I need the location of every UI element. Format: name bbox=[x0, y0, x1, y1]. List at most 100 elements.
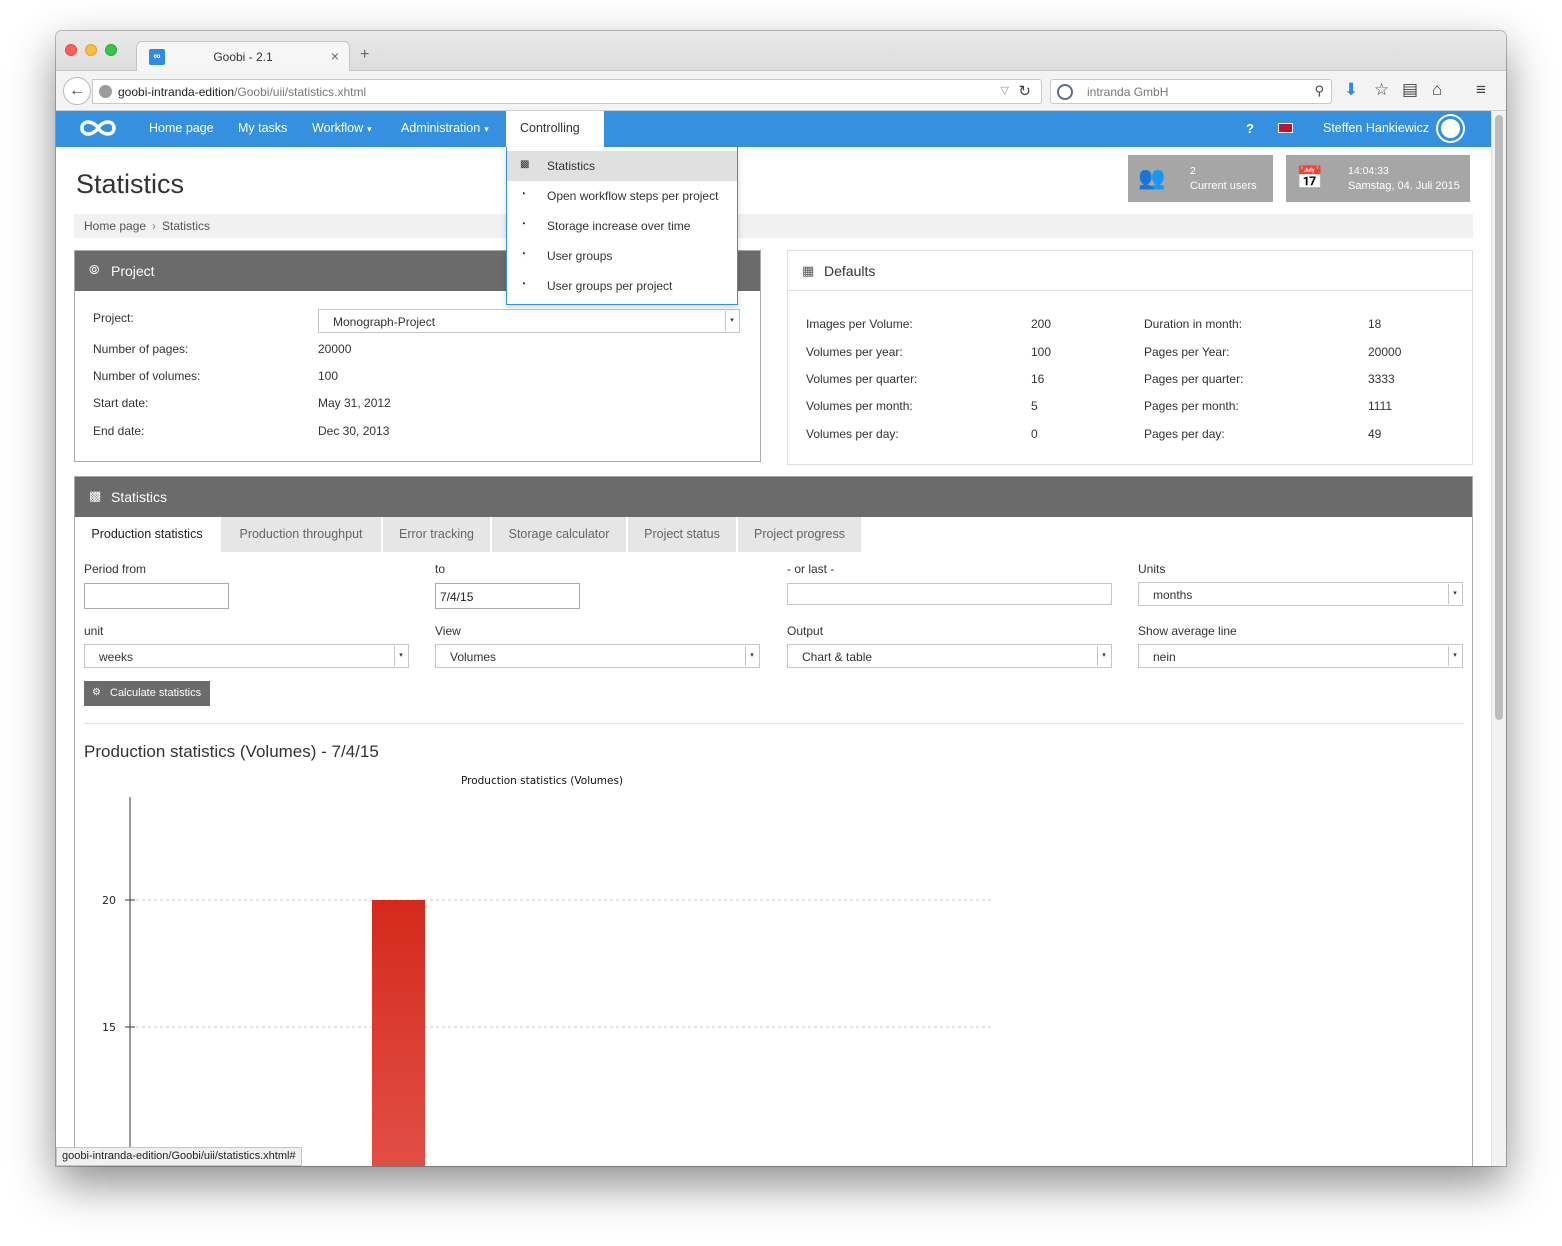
volumes-value: 100 bbox=[318, 369, 339, 383]
pages-per-month-value: 1111 bbox=[1368, 399, 1393, 413]
select-arrow-icon: ▾ bbox=[725, 311, 738, 331]
download-icon[interactable]: ⬇ bbox=[1344, 80, 1358, 100]
chevron-down-icon: ▾ bbox=[484, 124, 489, 134]
page-title: Statistics bbox=[76, 169, 185, 199]
select-arrow-icon: ▾ bbox=[1097, 646, 1110, 666]
tab-project-progress[interactable]: Project progress bbox=[738, 517, 863, 552]
tab-project-status[interactable]: Project status bbox=[628, 517, 738, 552]
browser-tab[interactable]: ∞ Goobi - 2.1 × bbox=[136, 41, 350, 72]
calculate-statistics-button[interactable]: ⚙ Calculate statistics bbox=[84, 681, 210, 706]
address-bar[interactable]: goobi-intranda-edition/Goobi/uii/statist… bbox=[92, 79, 1042, 104]
defaults-panel-header: ▦ Defaults bbox=[788, 251, 1472, 291]
reload-icon[interactable]: ↻ bbox=[1018, 82, 1031, 100]
menu-item-open-workflow-steps[interactable]: ◔ Open workflow steps per project bbox=[507, 181, 737, 211]
select-arrow-icon: ▾ bbox=[745, 646, 758, 666]
volumes-per-day-value: 0 bbox=[1031, 427, 1038, 441]
project-select[interactable]: Monograph-Project ▾ bbox=[318, 309, 740, 333]
url-text: goobi-intranda-edition/Goobi/uii/statist… bbox=[118, 85, 367, 99]
output-label: Output bbox=[787, 624, 824, 638]
home-icon[interactable]: ⌂ bbox=[1432, 80, 1442, 100]
menu-item-storage-increase[interactable]: ◔ Storage increase over time bbox=[507, 211, 737, 241]
title-bar: ∞ Goobi - 2.1 × + bbox=[56, 31, 1506, 72]
pie-chart-icon: ◔ bbox=[520, 189, 527, 200]
menu-icon[interactable]: ≡ bbox=[1476, 80, 1486, 100]
goobi-logo-icon[interactable] bbox=[78, 117, 118, 139]
tab-error-tracking[interactable]: Error tracking bbox=[383, 517, 492, 552]
unit-select[interactable]: weeks ▾ bbox=[84, 644, 409, 668]
user-name[interactable]: Steffen Hankiewicz bbox=[1323, 121, 1429, 135]
tab-production-throughput[interactable]: Production throughput bbox=[221, 517, 383, 552]
chart-bar[interactable] bbox=[372, 900, 425, 1166]
production-chart: Production statistics (Volumes) 15 20 bbox=[102, 775, 993, 1166]
current-date: Samstag, 04. Juli 2015 bbox=[1348, 180, 1460, 192]
nav-controlling[interactable]: Controlling bbox=[506, 111, 604, 147]
pages-per-year-value: 20000 bbox=[1368, 345, 1402, 359]
bar-chart-icon: ▩ bbox=[89, 488, 102, 503]
pie-chart-icon: ◔ bbox=[520, 219, 527, 230]
volumes-per-quarter-label: Volumes per quarter: bbox=[806, 372, 918, 386]
nav-home-page[interactable]: Home page bbox=[149, 121, 214, 135]
tab-production-statistics[interactable]: Production statistics bbox=[75, 517, 221, 552]
close-window-button[interactable] bbox=[65, 44, 77, 56]
view-select[interactable]: Volumes ▾ bbox=[435, 644, 760, 668]
menu-item-user-groups[interactable]: ◔ User groups bbox=[507, 241, 737, 271]
url-dropdown-icon[interactable]: ▽ bbox=[1001, 84, 1009, 97]
main-content: Statistics 👥 2 Current users 📅 14:04:33 … bbox=[56, 147, 1491, 1166]
or-last-input[interactable] bbox=[787, 583, 1112, 605]
browser-toolbar: ← goobi-intranda-edition/Goobi/uii/stati… bbox=[56, 71, 1506, 111]
breadcrumb-current: Statistics bbox=[162, 219, 211, 233]
chart-title: Production statistics (Volumes) bbox=[461, 775, 623, 787]
menu-item-label: User groups per project bbox=[547, 279, 673, 293]
start-date-label: Start date: bbox=[93, 396, 149, 410]
zoom-window-button[interactable] bbox=[105, 44, 117, 56]
close-tab-icon[interactable]: × bbox=[331, 48, 339, 64]
units-select[interactable]: months ▾ bbox=[1138, 582, 1463, 606]
nav-my-tasks[interactable]: My tasks bbox=[238, 121, 287, 135]
help-icon[interactable]: ? bbox=[1246, 121, 1254, 136]
view-select-value: Volumes bbox=[450, 650, 497, 664]
uk-flag-icon[interactable] bbox=[1278, 123, 1293, 133]
back-button[interactable]: ← bbox=[63, 77, 91, 105]
minimize-window-button[interactable] bbox=[85, 44, 97, 56]
units-label: Units bbox=[1138, 562, 1166, 576]
duration-value: 18 bbox=[1368, 317, 1382, 331]
menu-item-statistics[interactable]: ▩ Statistics bbox=[507, 151, 737, 181]
pages-per-day-label: Pages per day: bbox=[1144, 427, 1225, 441]
select-arrow-icon: ▾ bbox=[394, 646, 407, 666]
select-arrow-icon: ▾ bbox=[1448, 646, 1461, 666]
reading-list-icon[interactable]: ▤ bbox=[1402, 80, 1418, 100]
average-line-select[interactable]: nein ▾ bbox=[1138, 644, 1463, 668]
search-icon[interactable]: ⚲ bbox=[1314, 83, 1324, 99]
scrollbar-thumb[interactable] bbox=[1495, 115, 1503, 720]
units-select-value: months bbox=[1153, 588, 1193, 602]
calculate-statistics-label: Calculate statistics bbox=[110, 687, 202, 699]
calendar-icon: 📅 bbox=[1296, 165, 1324, 190]
nav-workflow[interactable]: Workflow ▾ bbox=[312, 121, 372, 135]
to-date-input[interactable]: 7/4/15 bbox=[435, 583, 580, 609]
new-tab-icon[interactable]: + bbox=[360, 46, 369, 64]
to-label: to bbox=[435, 562, 446, 576]
defaults-panel-title: Defaults bbox=[824, 263, 876, 279]
tab-storage-calculator[interactable]: Storage calculator bbox=[492, 517, 628, 552]
users-count: 2 bbox=[1190, 165, 1196, 177]
period-from-input[interactable] bbox=[84, 583, 229, 609]
user-avatar[interactable] bbox=[1438, 116, 1463, 141]
output-select[interactable]: Chart & table ▾ bbox=[787, 644, 1112, 668]
search-bar[interactable]: intranda GmbH ⚲ bbox=[1050, 79, 1332, 104]
nav-administration[interactable]: Administration ▾ bbox=[401, 121, 489, 135]
volumes-per-year-label: Volumes per year: bbox=[806, 345, 903, 359]
pie-chart-icon: ◔ bbox=[520, 249, 527, 260]
breadcrumb-home[interactable]: Home page bbox=[84, 219, 146, 233]
defaults-panel: ▦ Defaults Images per Volume: 200 Volume… bbox=[787, 250, 1473, 465]
controlling-dropdown-menu: ▩ Statistics ◔ Open workflow steps per p… bbox=[506, 147, 738, 305]
pages-value: 20000 bbox=[318, 342, 352, 356]
images-per-volume-label: Images per Volume: bbox=[806, 317, 913, 331]
y-tick-label: 15 bbox=[102, 1021, 116, 1034]
search-engine-icon[interactable] bbox=[1057, 84, 1073, 100]
bookmark-star-icon[interactable]: ☆ bbox=[1374, 80, 1389, 100]
page-scrollbar[interactable] bbox=[1491, 111, 1506, 1166]
y-tick-label: 20 bbox=[102, 894, 116, 907]
end-date-value: Dec 30, 2013 bbox=[318, 424, 390, 438]
pages-label: Number of pages: bbox=[93, 342, 189, 356]
menu-item-user-groups-per-project[interactable]: ◔ User groups per project bbox=[507, 271, 737, 301]
